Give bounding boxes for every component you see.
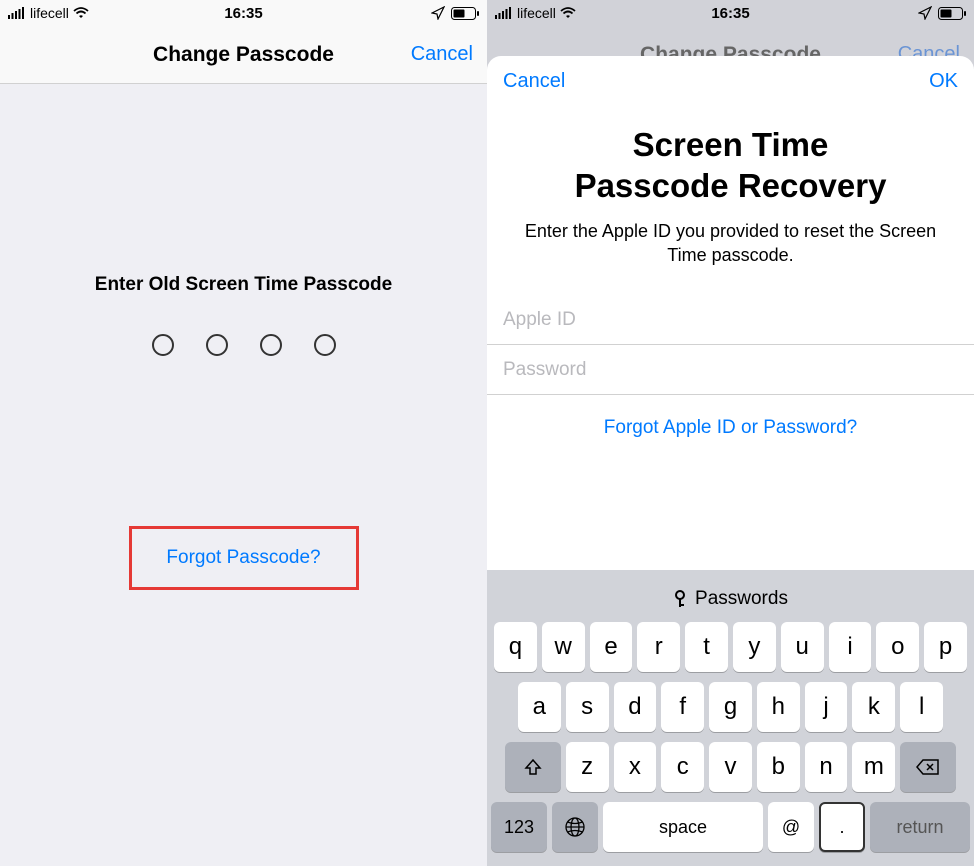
- key-w[interactable]: w: [542, 622, 585, 672]
- modal-title-line: Passcode Recovery: [575, 167, 887, 204]
- location-icon: [431, 6, 445, 20]
- status-bar: lifecell 16:35: [487, 0, 974, 26]
- key-space[interactable]: space: [603, 802, 763, 852]
- cancel-button[interactable]: Cancel: [411, 43, 473, 66]
- wifi-icon: [73, 7, 89, 19]
- key-e[interactable]: e: [590, 622, 633, 672]
- status-bar: lifecell 16:35: [0, 0, 487, 26]
- key-m[interactable]: m: [852, 742, 895, 792]
- carrier-label: lifecell: [30, 5, 69, 21]
- passcode-dot: [260, 334, 282, 356]
- screen-change-passcode: lifecell 16:35 Change Passcode Cancel En…: [0, 0, 487, 866]
- highlight-box: Forgot Passcode?: [129, 526, 359, 590]
- signal-icon: [8, 7, 26, 19]
- key-h[interactable]: h: [757, 682, 800, 732]
- key-p[interactable]: p: [924, 622, 967, 672]
- key-a[interactable]: a: [518, 682, 561, 732]
- key-c[interactable]: c: [661, 742, 704, 792]
- signal-icon: [495, 7, 513, 19]
- modal-description: Enter the Apple ID you provided to reset…: [487, 219, 974, 296]
- passcode-dot: [206, 334, 228, 356]
- wifi-icon: [560, 7, 576, 19]
- modal-title-line: Screen Time: [633, 126, 829, 163]
- keyboard-toolbar[interactable]: Passwords: [491, 576, 970, 622]
- key-n[interactable]: n: [805, 742, 848, 792]
- nav-title: Change Passcode: [153, 43, 334, 67]
- modal-ok-button[interactable]: OK: [929, 70, 958, 93]
- key-return[interactable]: return: [870, 802, 970, 852]
- key-i[interactable]: i: [829, 622, 872, 672]
- key-r[interactable]: r: [637, 622, 680, 672]
- password-field[interactable]: Password: [487, 345, 974, 395]
- passcode-dots: [0, 334, 487, 356]
- battery-icon: [451, 7, 479, 20]
- recovery-modal: Cancel OK Screen Time Passcode Recovery …: [487, 56, 974, 866]
- key-j[interactable]: j: [805, 682, 848, 732]
- keyboard: Passwords q w e r t y u i o p a s d f g …: [487, 570, 974, 866]
- battery-icon: [938, 7, 966, 20]
- key-k[interactable]: k: [852, 682, 895, 732]
- keyboard-row: q w e r t y u i o p: [491, 622, 970, 672]
- modal-cancel-button[interactable]: Cancel: [503, 70, 565, 93]
- nav-bar: Change Passcode Cancel: [0, 26, 487, 84]
- carrier-label: lifecell: [517, 5, 556, 21]
- passcode-prompt: Enter Old Screen Time Passcode: [0, 274, 487, 296]
- screen-recovery: lifecell 16:35 Change Passcode Cancel Ca…: [487, 0, 974, 866]
- key-b[interactable]: b: [757, 742, 800, 792]
- key-dot[interactable]: .: [819, 802, 865, 852]
- apple-id-field[interactable]: Apple ID: [487, 295, 974, 345]
- key-s[interactable]: s: [566, 682, 609, 732]
- passcode-dot: [314, 334, 336, 356]
- key-u[interactable]: u: [781, 622, 824, 672]
- key-v[interactable]: v: [709, 742, 752, 792]
- key-globe[interactable]: [552, 802, 598, 852]
- key-shift[interactable]: [505, 742, 561, 792]
- apple-id-placeholder: Apple ID: [503, 309, 576, 331]
- key-x[interactable]: x: [614, 742, 657, 792]
- keyboard-row: z x c v b n m: [491, 742, 970, 792]
- keyboard-toolbar-label: Passwords: [695, 588, 788, 610]
- key-l[interactable]: l: [900, 682, 943, 732]
- key-z[interactable]: z: [566, 742, 609, 792]
- forgot-apple-id-link[interactable]: Forgot Apple ID or Password?: [487, 395, 974, 461]
- key-y[interactable]: y: [733, 622, 776, 672]
- passcode-dot: [152, 334, 174, 356]
- key-t[interactable]: t: [685, 622, 728, 672]
- forgot-passcode-link[interactable]: Forgot Passcode?: [132, 547, 356, 569]
- keyboard-row: 123 space @ . return: [491, 802, 970, 852]
- key-g[interactable]: g: [709, 682, 752, 732]
- location-icon: [918, 6, 932, 20]
- key-d[interactable]: d: [614, 682, 657, 732]
- key-o[interactable]: o: [876, 622, 919, 672]
- key-at[interactable]: @: [768, 802, 814, 852]
- keyboard-row: a s d f g h j k l: [491, 682, 970, 732]
- key-backspace[interactable]: [900, 742, 956, 792]
- key-icon: [673, 590, 687, 608]
- password-placeholder: Password: [503, 359, 586, 381]
- key-f[interactable]: f: [661, 682, 704, 732]
- key-123[interactable]: 123: [491, 802, 547, 852]
- modal-title: Screen Time Passcode Recovery: [487, 106, 974, 219]
- key-q[interactable]: q: [494, 622, 537, 672]
